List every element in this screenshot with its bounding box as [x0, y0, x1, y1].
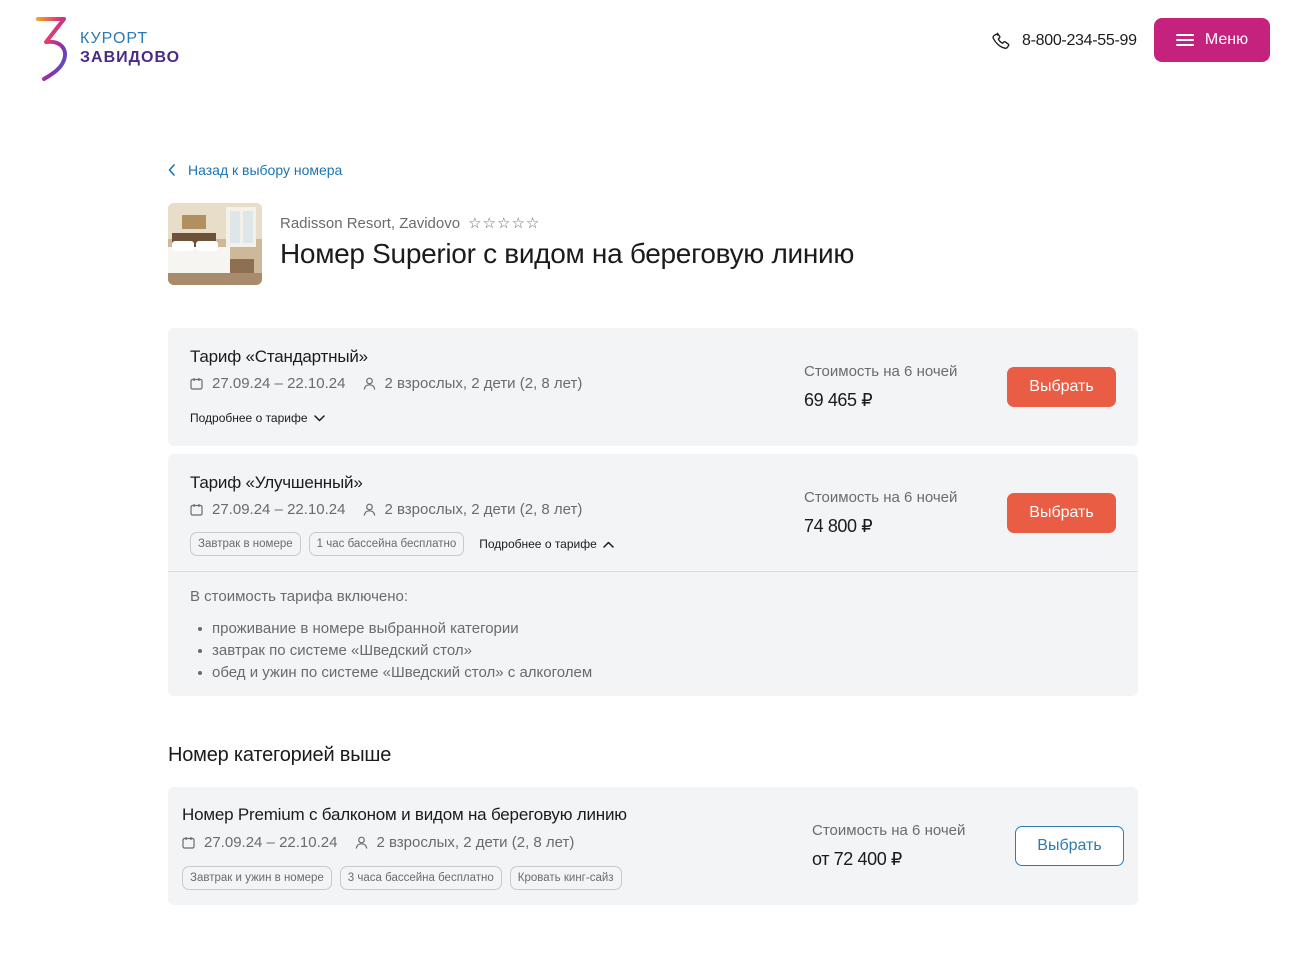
user-icon — [356, 836, 368, 849]
tariff-tag: 1 час бассейна бесплатно — [308, 532, 465, 556]
included-item: проживание в номере выбранной категории — [190, 618, 592, 640]
logo-text-bottom: ЗАВИДОВО — [80, 49, 181, 66]
select-button[interactable]: Выбрать — [1007, 367, 1116, 407]
included-list: проживание в номере выбранной категории … — [190, 618, 592, 684]
logo-mark-icon — [36, 17, 67, 81]
upgrade-tag: Кровать кинг-сайз — [509, 866, 622, 890]
logo-text-top: КУРОРТ — [80, 30, 149, 47]
divider — [168, 571, 1138, 572]
phone-number: 8-800-234-55-99 — [1022, 32, 1137, 49]
included-item: обед и ужин по системе «Шведский стол» с… — [190, 662, 592, 684]
tariff-dates: 27.09.24 – 22.10.24 — [212, 501, 346, 518]
tariff-dates: 27.09.24 – 22.10.24 — [212, 375, 346, 392]
tariff-meta: 27.09.24 – 22.10.24 2 взрослых, 2 дети (… — [190, 375, 582, 392]
menu-button-label: Меню — [1204, 31, 1249, 48]
chevron-down-icon — [313, 414, 325, 421]
tariff-tag: Завтрак в номере — [190, 532, 301, 556]
star-icon: ☆ — [482, 215, 496, 232]
select-upgrade-button[interactable]: Выбрать — [1015, 826, 1124, 866]
room-photo[interactable] — [168, 203, 262, 285]
calendar-icon — [190, 504, 203, 516]
upgrade-guests: 2 взрослых, 2 дети (2, 8 лет) — [376, 834, 575, 851]
tariff-details-label: Подробнее о тарифе — [479, 537, 597, 551]
price-value: 74 800 ₽ — [804, 516, 873, 536]
upgrade-dates: 27.09.24 – 22.10.24 — [204, 834, 338, 851]
chevron-left-icon — [168, 164, 175, 176]
price-value: от 72 400 ₽ — [812, 849, 902, 869]
price-label: Стоимость на 6 ночей — [804, 489, 958, 506]
calendar-icon — [182, 837, 195, 849]
star-icon: ☆ — [525, 215, 540, 232]
star-icon: ☆ — [468, 215, 482, 232]
upgrade-tag: 3 часа бассейна бесплатно — [339, 866, 502, 890]
tariff-title: Тариф «Улучшенный» — [190, 473, 363, 492]
upgrade-room-card: Номер Premium с балконом и видом на бере… — [168, 787, 1138, 905]
hotel-name-line: Radisson Resort, Zavidovo ☆ ☆ ☆ ☆ ☆ — [280, 214, 540, 233]
phone-icon — [992, 32, 1010, 49]
room-photo-image — [168, 203, 262, 285]
menu-button[interactable]: Меню — [1154, 18, 1270, 62]
star-icon: ☆ — [497, 215, 511, 232]
upgrade-room-title: Номер Premium с балконом и видом на бере… — [182, 805, 627, 824]
upgrade-tags: Завтрак и ужин в номере 3 часа бассейна … — [182, 866, 630, 890]
tariff-meta: 27.09.24 – 22.10.24 2 взрослых, 2 дети (… — [190, 501, 582, 518]
hotel-name: Radisson Resort, Zavidovo — [280, 214, 461, 232]
price-label: Стоимость на 6 ночей — [812, 822, 966, 839]
tariff-details-toggle[interactable]: Подробнее о тарифе — [190, 411, 325, 425]
user-icon — [364, 377, 376, 390]
chevron-up-icon — [603, 541, 614, 548]
tariff-card-improved: Тариф «Улучшенный» 27.09.24 – 22.10.24 2… — [168, 454, 1138, 696]
price-value: 69 465 ₽ — [804, 390, 873, 410]
tariff-card-standard: Тариф «Стандартный» 27.09.24 – 22.10.24 … — [168, 328, 1138, 446]
select-button[interactable]: Выбрать — [1007, 493, 1116, 533]
tariff-guests: 2 взрослых, 2 дети (2, 8 лет) — [384, 501, 583, 518]
tariff-title: Тариф «Стандартный» — [190, 347, 368, 366]
calendar-icon — [190, 378, 203, 390]
page-title: Номер Superior с видом на береговую лини… — [280, 238, 855, 269]
upgrade-meta: 27.09.24 – 22.10.24 2 взрослых, 2 дети (… — [182, 834, 574, 851]
included-title: В стоимость тарифа включено: — [190, 588, 409, 605]
section-title-upgrade: Номер категорией выше — [168, 744, 392, 766]
upgrade-tag: Завтрак и ужин в номере — [182, 866, 332, 890]
logo[interactable]: КУРОРТ ЗАВИДОВО — [34, 16, 194, 82]
phone-link[interactable]: 8-800-234-55-99 — [992, 30, 1137, 52]
user-icon — [364, 503, 376, 516]
back-link-label: Назад к выбору номера — [188, 162, 343, 178]
hamburger-icon — [1175, 34, 1194, 46]
star-icon: ☆ — [511, 215, 525, 232]
price-label: Стоимость на 6 ночей — [804, 363, 958, 380]
back-link[interactable]: Назад к выбору номера — [168, 162, 342, 178]
tariff-details-label: Подробнее о тарифе — [190, 411, 308, 425]
included-item: завтрак по системе «Шведский стол» — [190, 640, 592, 662]
star-rating: ☆ ☆ ☆ ☆ ☆ — [468, 214, 540, 232]
tariff-tags: Завтрак в номере 1 час бассейна бесплатн… — [190, 532, 614, 556]
tariff-details-toggle[interactable]: Подробнее о тарифе — [479, 537, 614, 551]
tariff-guests: 2 взрослых, 2 дети (2, 8 лет) — [384, 375, 583, 392]
